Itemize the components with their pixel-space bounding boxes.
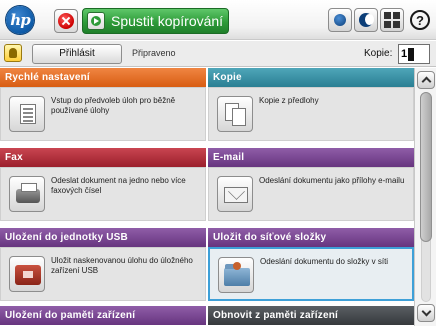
status-icon bbox=[334, 14, 346, 26]
hp-home-button[interactable]: hp bbox=[6, 6, 34, 34]
tile-email-desc: Odeslání dokumentu jako přílohy e-mailu bbox=[259, 176, 405, 185]
sleep-button[interactable] bbox=[354, 8, 378, 32]
tile-quick-settings-desc: Vstup do předvoleb úloh pro běžně použív… bbox=[51, 96, 176, 115]
sign-in-button[interactable]: Přihlásit bbox=[32, 44, 122, 64]
network-icon-part bbox=[393, 12, 400, 19]
start-copy-label: Spustit kopírování bbox=[111, 13, 224, 29]
section-quick-settings[interactable]: Rychlé nastavení bbox=[0, 68, 206, 87]
tile-copy[interactable]: Kopie z předlohy bbox=[208, 87, 414, 141]
device-status-button[interactable] bbox=[328, 8, 352, 32]
section-retrieve-device-memory[interactable]: Obnovit z paměti zařízení bbox=[208, 306, 414, 325]
status-text: Připraveno bbox=[132, 48, 176, 58]
document-icon bbox=[20, 104, 36, 124]
tile-save-network[interactable]: Odeslání dokumentu do složky v síti bbox=[208, 247, 414, 301]
tile-email[interactable]: Odeslání dokumentu jako přílohy e-mailu bbox=[208, 167, 414, 221]
section-copy[interactable]: Kopie bbox=[208, 68, 414, 87]
chevron-down-icon bbox=[421, 306, 432, 317]
envelope-icon bbox=[224, 187, 248, 203]
start-copy-button[interactable]: Spustit kopírování bbox=[82, 8, 229, 34]
network-icon-part bbox=[393, 21, 400, 28]
text-cursor bbox=[408, 47, 415, 61]
scroll-up-button[interactable] bbox=[417, 71, 435, 89]
help-icon: ? bbox=[416, 13, 424, 28]
app-tiles-grid: Rychlé nastavení Kopie Vstup do předvole… bbox=[0, 68, 414, 326]
page-icon bbox=[232, 108, 246, 126]
top-toolbar: hp Spustit kopírování ? bbox=[0, 0, 436, 40]
copy-icon bbox=[217, 96, 253, 132]
play-icon bbox=[87, 12, 105, 30]
tile-save-usb-desc: Uložit naskenovanou úlohu do úložného za… bbox=[51, 256, 193, 275]
tile-copy-desc: Kopie z předlohy bbox=[259, 96, 319, 105]
fax-machine-icon bbox=[16, 183, 40, 203]
chevron-up-icon bbox=[421, 76, 432, 87]
fax-icon bbox=[9, 176, 45, 212]
stop-icon bbox=[58, 13, 74, 29]
copies-label: Kopie: bbox=[364, 48, 393, 59]
status-bar: Přihlásit Připraveno Kopie: 1 bbox=[0, 41, 436, 67]
network-icon-part bbox=[384, 21, 391, 28]
network-icon bbox=[384, 12, 391, 19]
scroll-thumb[interactable] bbox=[420, 92, 432, 242]
tile-fax-desc: Odeslat dokument na jedno nebo více faxo… bbox=[51, 176, 186, 195]
help-button[interactable]: ? bbox=[410, 10, 430, 30]
network-button[interactable] bbox=[380, 8, 404, 32]
tile-fax[interactable]: Odeslat dokument na jedno nebo více faxo… bbox=[0, 167, 206, 221]
hp-logo-icon: hp bbox=[10, 11, 30, 29]
folder-icon bbox=[224, 262, 250, 286]
scroll-down-button[interactable] bbox=[417, 304, 435, 322]
network-folder-icon bbox=[218, 257, 254, 293]
usb-icon bbox=[9, 256, 45, 292]
stop-button[interactable] bbox=[54, 9, 78, 33]
copies-value: 1 bbox=[401, 48, 408, 60]
quick-settings-icon bbox=[9, 96, 45, 132]
section-fax[interactable]: Fax bbox=[0, 148, 206, 167]
usb-drive-icon bbox=[15, 265, 41, 285]
scrollbar[interactable] bbox=[414, 68, 436, 326]
tile-save-network-desc: Odeslání dokumentu do složky v síti bbox=[260, 257, 389, 266]
section-email[interactable]: E-mail bbox=[208, 148, 414, 167]
tile-save-usb[interactable]: Uložit naskenovanou úlohu do úložného za… bbox=[0, 247, 206, 301]
section-save-network[interactable]: Uložit do síťové složky bbox=[208, 228, 414, 247]
tile-quick-settings[interactable]: Vstup do předvoleb úloh pro běžně použív… bbox=[0, 87, 206, 141]
section-save-usb[interactable]: Uložení do jednotky USB bbox=[0, 228, 206, 247]
copies-field[interactable]: 1 bbox=[398, 44, 430, 64]
sleep-icon bbox=[359, 13, 374, 27]
user-icon bbox=[4, 44, 22, 62]
email-icon bbox=[217, 176, 253, 212]
section-save-device-memory[interactable]: Uložení do paměti zařízení bbox=[0, 306, 206, 325]
